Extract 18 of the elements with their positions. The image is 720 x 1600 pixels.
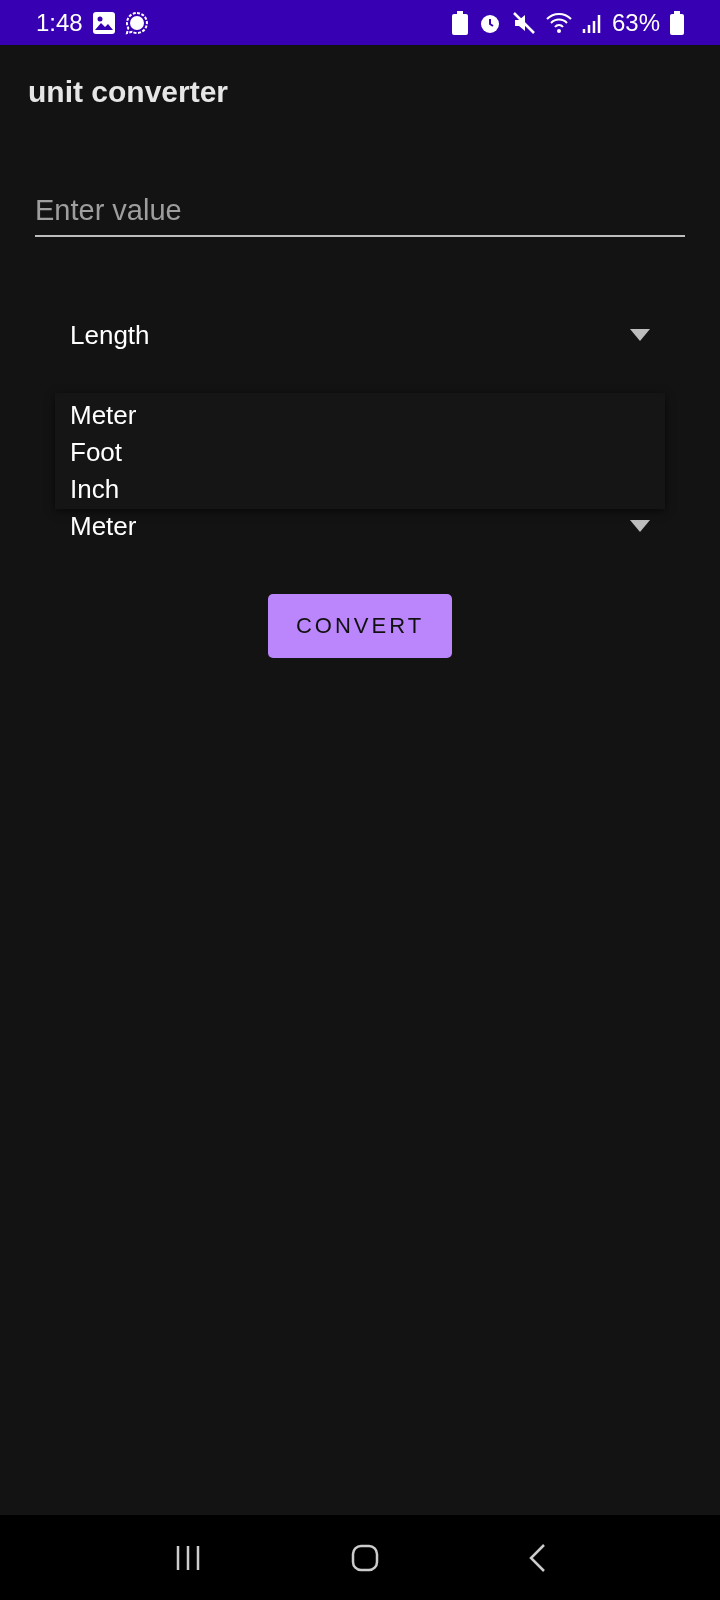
- battery-icon: [670, 10, 684, 35]
- menu-item[interactable]: Meter: [70, 397, 650, 434]
- status-time: 1:48: [36, 8, 83, 37]
- back-icon[interactable]: [527, 1542, 546, 1573]
- chat-bubble-icon: [124, 10, 149, 35]
- image-icon: [92, 11, 115, 34]
- wifi-icon: [545, 10, 572, 35]
- battery-percentage: 63%: [611, 8, 660, 37]
- battery-saver-icon: [451, 10, 468, 35]
- home-icon[interactable]: [351, 1543, 379, 1572]
- category-dropdown[interactable]: Length: [55, 307, 665, 363]
- mute-icon: [511, 10, 536, 35]
- convert-button[interactable]: CONVERT: [268, 594, 452, 658]
- value-input-field[interactable]: Enter value: [35, 185, 685, 237]
- dropdown-caret-icon: [630, 329, 650, 341]
- dropdown-caret-icon: [630, 520, 650, 532]
- app-title: unit converter: [27, 74, 230, 110]
- menu-item[interactable]: Foot: [70, 434, 650, 471]
